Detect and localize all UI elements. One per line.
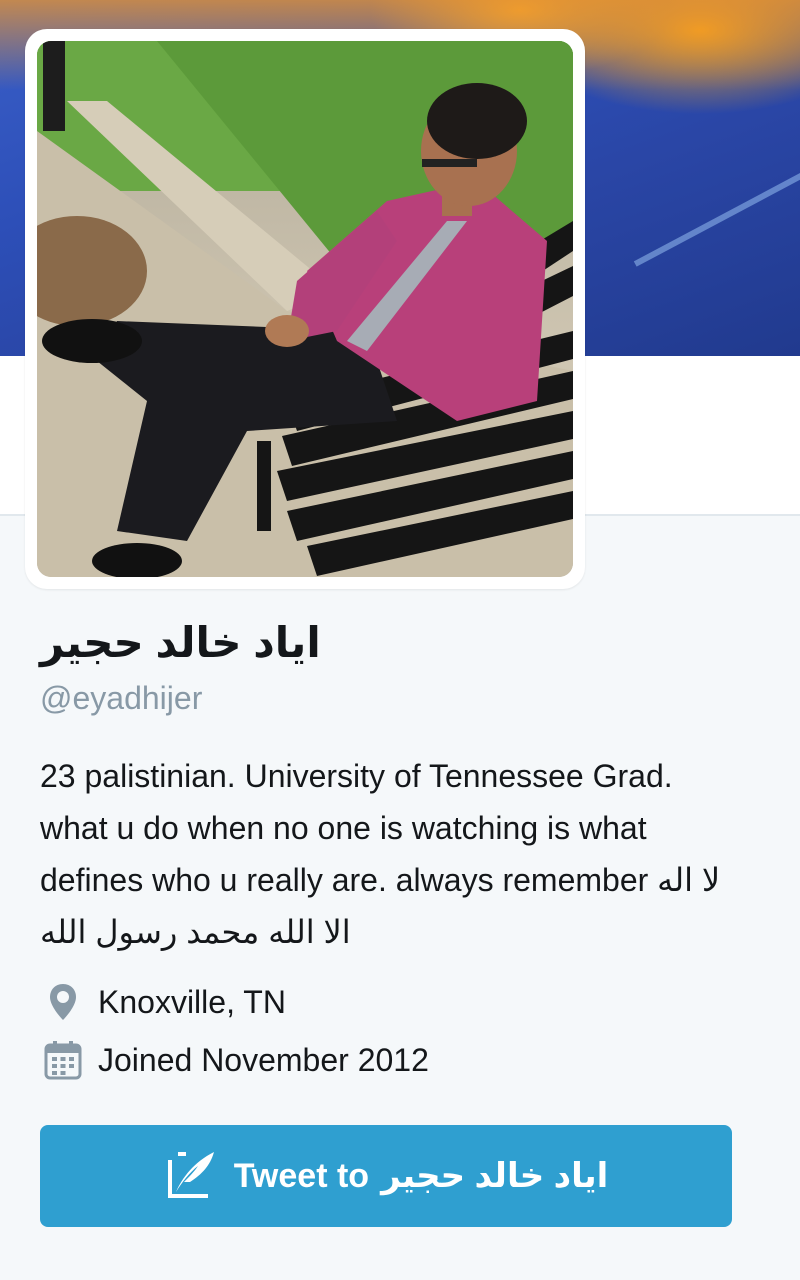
profile-display-name[interactable]: اياد خالد حجير [40,618,321,667]
profile-location: Knoxville, TN [40,982,286,1022]
profile-joined-text: Joined November 2012 [98,1041,429,1078]
profile-bio: 23 palistinian. University of Tennessee … [40,758,721,950]
profile-avatar[interactable] [37,41,573,577]
compose-tweet-icon [164,1148,220,1204]
tweet-to-recipient: اياد خالد حجير [381,1157,609,1195]
profile-joined: Joined November 2012 [40,1040,429,1080]
avatar-photo [37,41,573,577]
profile-handle[interactable]: @eyadhijer [40,680,202,717]
profile-avatar-frame[interactable] [25,29,585,589]
tweet-to-prefix: Tweet to [233,1156,370,1195]
tweet-to-button[interactable]: Tweet to اياد خالد حجير [40,1125,732,1227]
calendar-icon [40,1040,86,1080]
location-pin-icon [40,982,86,1022]
banner-stripe [633,139,800,267]
profile-location-text: Knoxville, TN [98,983,286,1020]
